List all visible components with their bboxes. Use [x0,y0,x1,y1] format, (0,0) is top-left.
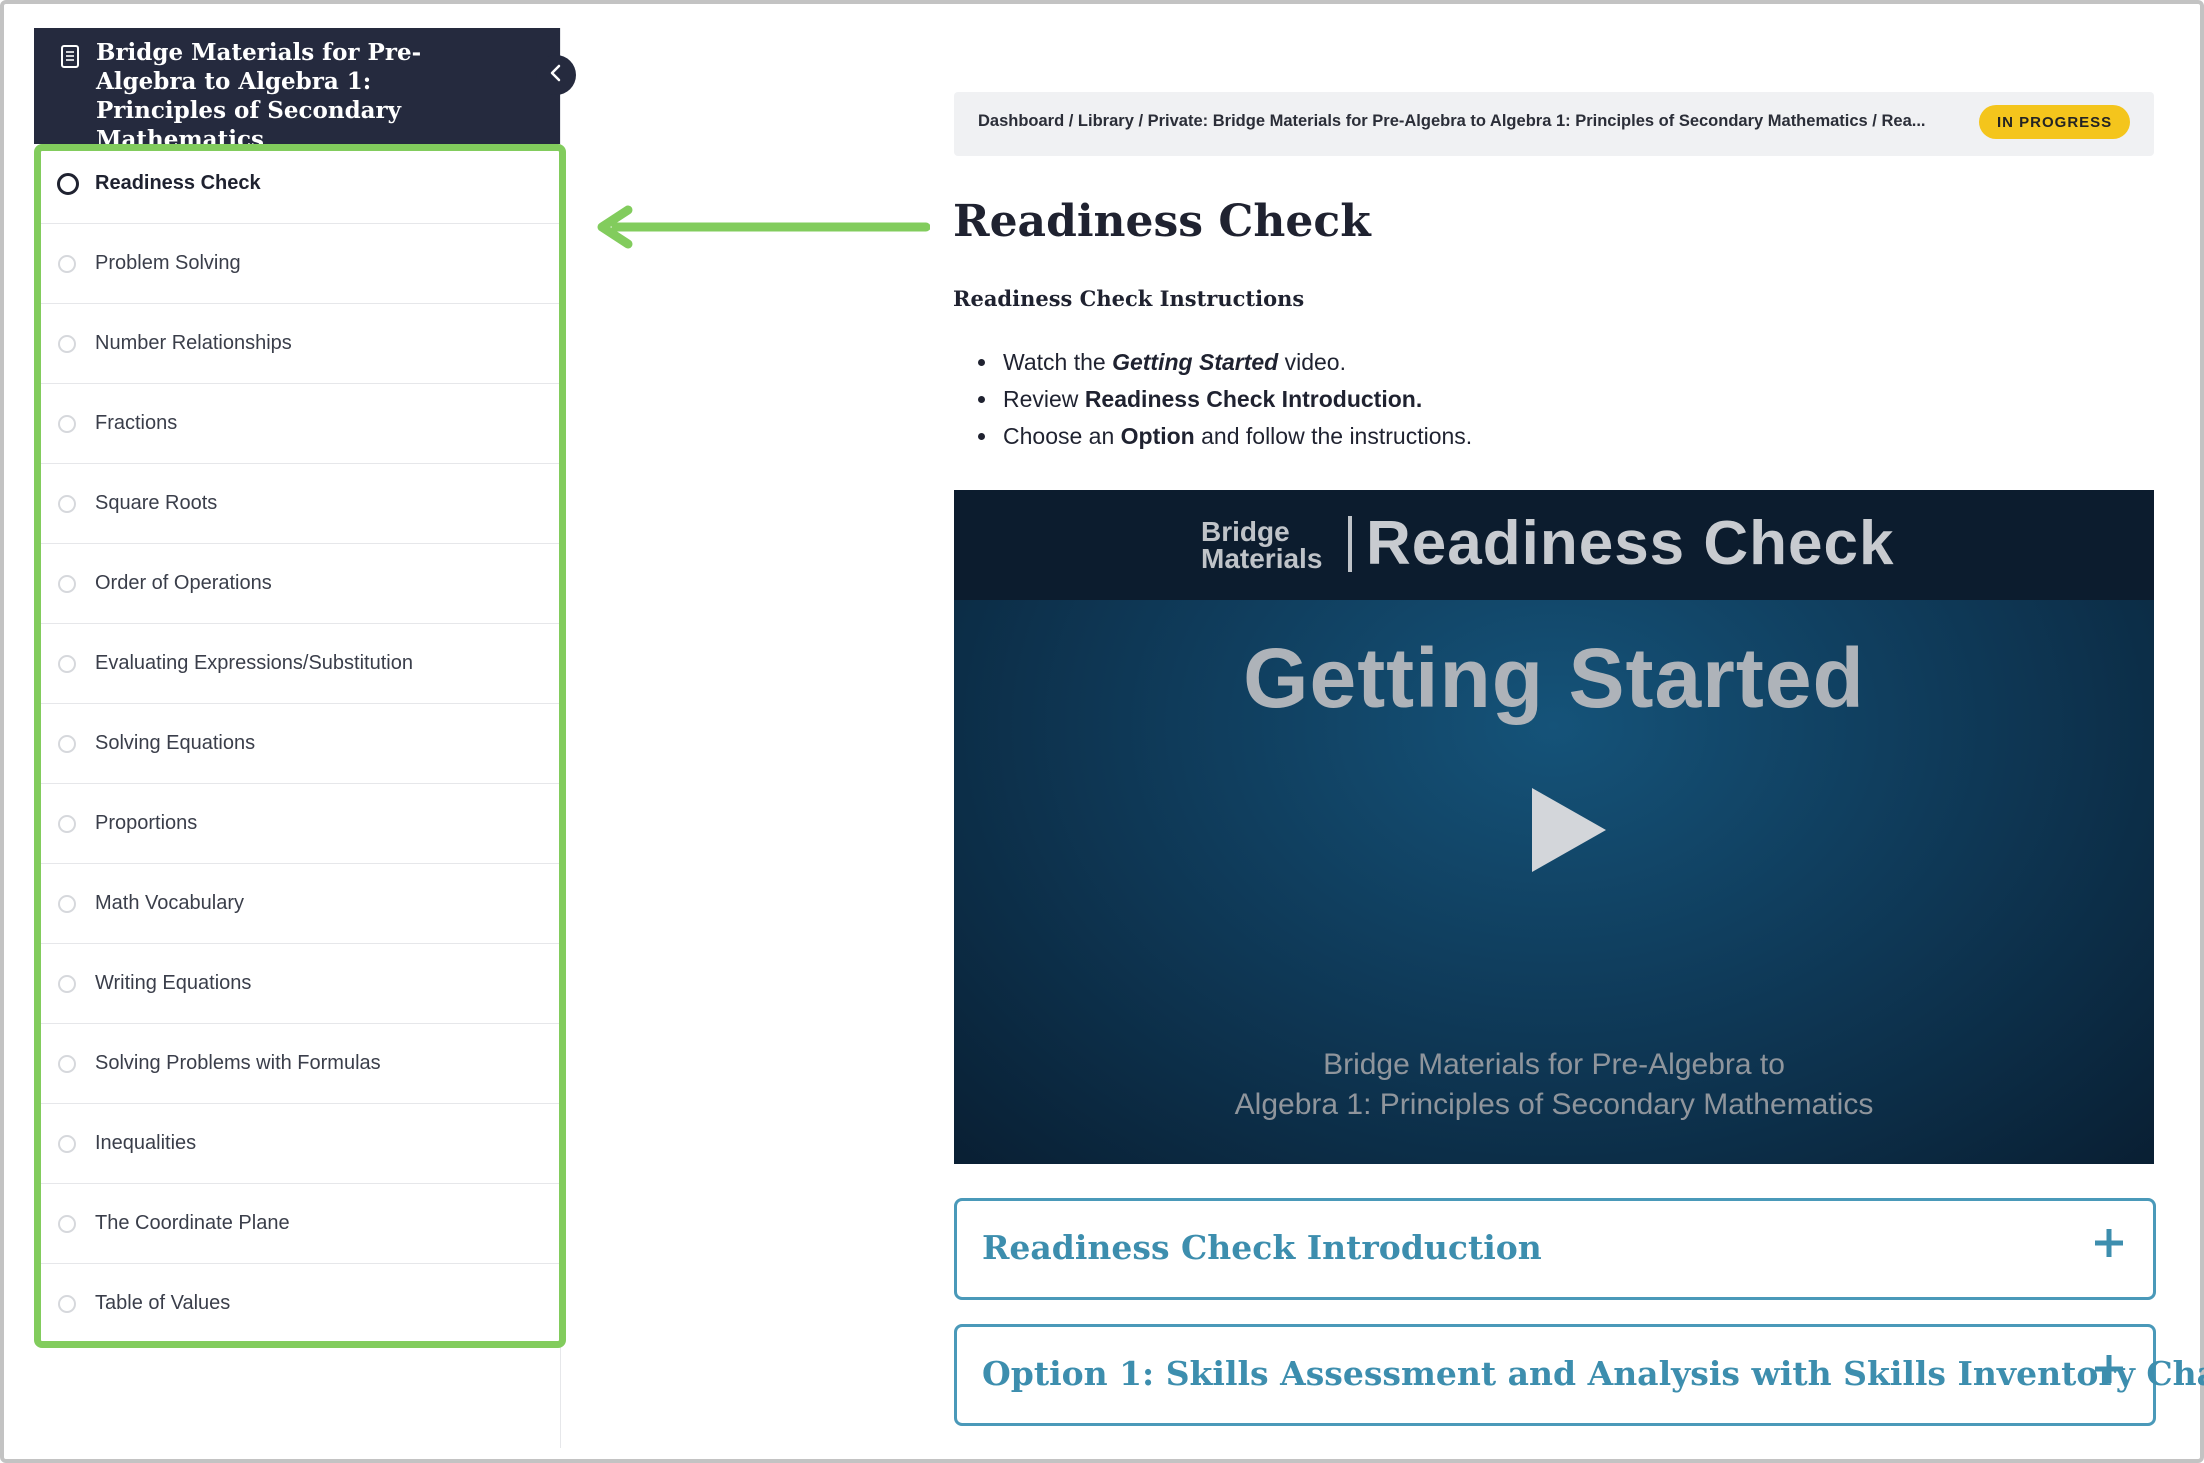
lesson-label: Inequalities [95,1132,197,1154]
accordion-title: Option 1: Skills Assessment and Analysis… [982,1354,2204,1393]
instruction-item: Choose an Option and follow the instruct… [999,418,1472,455]
plus-icon[interactable] [2089,1349,2129,1389]
video-subtitle: Bridge Materials for Pre-Algebra to Alge… [1234,1048,1874,1121]
arrow-left-icon [597,205,930,249]
document-icon [60,44,82,70]
chevron-left-icon [548,63,564,88]
lesson-label: Number Relationships [95,332,292,354]
status-circle-icon [58,974,76,993]
breadcrumb-bar: Dashboard / Library / Private: Bridge Ma… [954,92,2154,156]
lesson-item-fractions[interactable]: Fractions [34,384,560,464]
page-title: Readiness Check [953,196,1371,247]
lesson-item-solving-problems-with-formulas[interactable]: Solving Problems with Formulas [34,1024,560,1104]
instructions-heading: Readiness Check Instructions [953,286,1305,311]
lesson-item-table-of-values[interactable]: Table of Values [34,1264,560,1343]
lesson-item-proportions[interactable]: Proportions [34,784,560,864]
lesson-item-number-relationships[interactable]: Number Relationships [34,304,560,384]
course-title[interactable]: Bridge Materials for Pre-Algebra to Alge… [96,38,496,154]
accordion-option-1[interactable]: Option 1: Skills Assessment and Analysis… [954,1324,2204,1426]
video-brand-title: Readiness Check [1366,509,1895,578]
status-circle-icon [58,414,76,433]
lesson-label: Problem Solving [95,252,241,274]
accordion-title: Readiness Check Introduction [982,1228,1542,1267]
lesson-item-solving-equations[interactable]: Solving Equations [34,704,560,784]
video-brand: Bridge Materials [1201,516,1323,574]
lesson-label: Readiness Check [95,172,261,194]
lesson-item-writing-equations[interactable]: Writing Equations [34,944,560,1024]
status-circle-icon [57,172,79,195]
lesson-label: Proportions [95,812,198,834]
plus-icon[interactable] [2089,1223,2129,1263]
status-circle-icon [58,734,76,753]
video-player[interactable]: Bridge Materials Readiness Check Getting… [954,490,2154,1164]
video-header: Bridge Materials Readiness Check [954,490,2154,600]
status-circle-icon [58,894,76,913]
status-circle-icon [58,1054,76,1073]
status-badge: IN PROGRESS [1979,105,2131,139]
lesson-label: Fractions [95,412,178,434]
lesson-label: Square Roots [95,492,218,514]
status-circle-icon [58,494,76,513]
lesson-item-square-roots[interactable]: Square Roots [34,464,560,544]
status-circle-icon [58,814,76,833]
video-title: Getting Started [1243,631,1865,725]
instruction-item: Watch the Getting Started video. [999,344,1472,381]
lesson-label: Table of Values [95,1292,231,1314]
app-window: Bridge Materials for Pre-Algebra to Alge… [0,0,2204,1463]
lesson-item-problem-solving[interactable]: Problem Solving [34,224,560,304]
lesson-label: Math Vocabulary [95,892,244,914]
status-circle-icon [58,254,76,273]
accordion-readiness-check-introduction[interactable]: Readiness Check Introduction [954,1198,2156,1300]
lesson-label: Evaluating Expressions/Substitution [95,652,413,674]
status-circle-icon [58,574,76,593]
lesson-label: Solving Equations [95,732,256,754]
sidebar-header: Bridge Materials for Pre-Algebra to Alge… [34,28,560,153]
breadcrumb[interactable]: Dashboard / Library / Private: Bridge Ma… [978,112,1938,131]
status-circle-icon [58,1134,76,1153]
lesson-item-inequalities[interactable]: Inequalities [34,1104,560,1184]
lesson-item-order-of-operations[interactable]: Order of Operations [34,544,560,624]
collapse-sidebar-button[interactable] [536,55,576,95]
status-circle-icon [58,1294,76,1313]
instructions-list: Watch the Getting Started video. Review … [975,344,1472,455]
lesson-label: The Coordinate Plane [95,1212,290,1234]
instruction-item: Review Readiness Check Introduction. [999,381,1472,418]
status-circle-icon [58,334,76,353]
video-divider [1348,516,1352,572]
lesson-item-coordinate-plane[interactable]: The Coordinate Plane [34,1184,560,1264]
lesson-item-math-vocabulary[interactable]: Math Vocabulary [34,864,560,944]
lesson-item-readiness-check[interactable]: Readiness Check [34,144,560,224]
status-circle-icon [58,654,76,673]
play-icon[interactable] [1514,780,1614,880]
lesson-item-evaluating-expressions[interactable]: Evaluating Expressions/Substitution [34,624,560,704]
course-sidebar: Bridge Materials for Pre-Algebra to Alge… [34,28,576,1448]
lesson-label: Order of Operations [95,572,272,594]
lesson-label: Solving Problems with Formulas [95,1052,381,1074]
lesson-label: Writing Equations [95,972,252,994]
status-circle-icon [58,1214,76,1233]
lesson-list: Readiness Check Problem Solving Number R… [34,144,560,1343]
